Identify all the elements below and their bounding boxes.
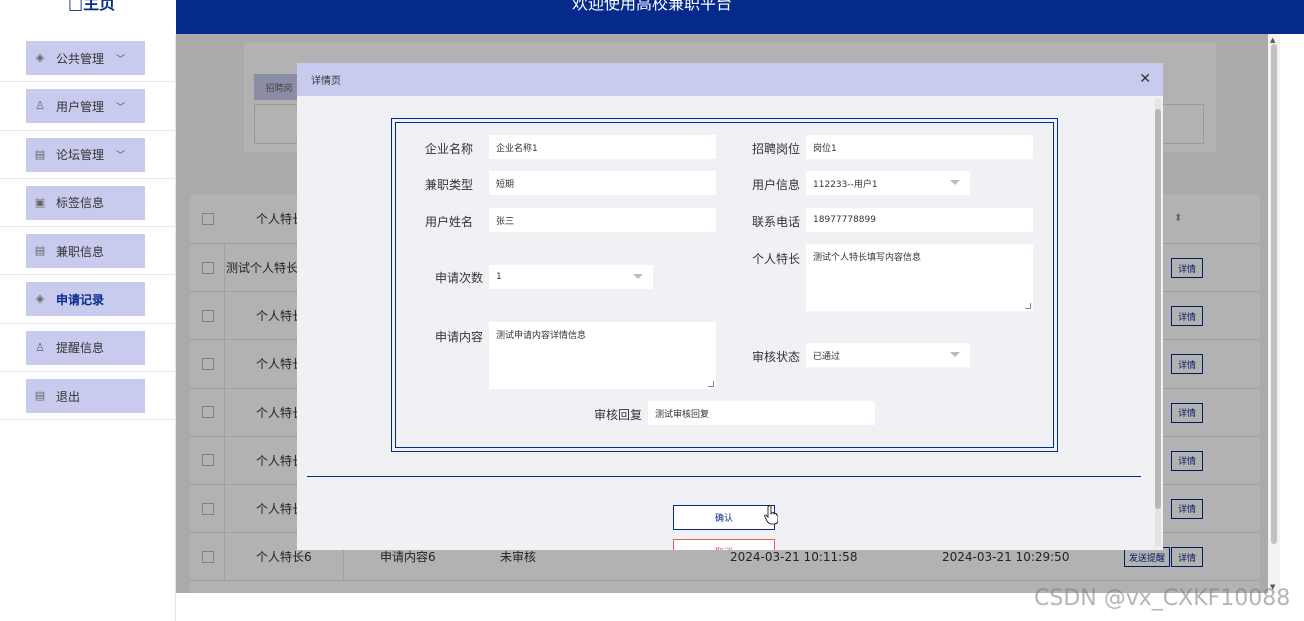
sidebar-item-5[interactable]: ◈ 申请记录 — [0, 275, 175, 324]
user-icon: ♙ — [35, 99, 45, 113]
userinfo-value: 112233--用户1 — [813, 179, 878, 190]
layers-icon: ◈ — [35, 51, 45, 64]
count-select[interactable]: 1 — [489, 265, 653, 289]
sidebar-button[interactable]: ▤ 论坛管理 ﹀ — [26, 137, 145, 172]
resize-handle-icon[interactable] — [1025, 303, 1031, 309]
type-field[interactable]: 短期 — [489, 171, 716, 195]
hand-cursor-icon — [764, 505, 778, 525]
company-field[interactable]: 企业名称1 — [489, 135, 716, 159]
phone-field[interactable]: 18977778899 — [806, 208, 1033, 232]
sidebar-item-label: 论坛管理 — [56, 148, 105, 163]
top-header: 欢迎使用高校兼职平台 — [176, 0, 1304, 34]
content-value: 测试申请内容详情信息 — [496, 331, 587, 341]
sidebar-item-label: 兼职信息 — [56, 244, 105, 259]
post-label: 招聘岗位 — [752, 142, 801, 156]
sidebar: ◈ 公共管理 ﹀ ♙ 用户管理 ﹀ ▤ 论坛管理 ﹀ ▣ 标签信息 ▤ 兼职信息 ◈ 申请记录 ♙ 提醒信息 ▤ 退… — [0, 34, 176, 621]
page-scrollbar[interactable]: ▲ ▼ — [1268, 34, 1280, 593]
skill-label: 个人特长 — [752, 252, 801, 266]
modal-title: 详情页 — [311, 76, 341, 87]
detail-modal: 详情页 ✕ 企业名称 企业名称1 招聘岗位 岗位1 兼职类型 短期 用户信息 1… — [297, 63, 1163, 550]
sidebar-item-4[interactable]: ▤ 兼职信息 — [0, 227, 175, 276]
chevron-down-icon — [950, 352, 960, 357]
content-textarea[interactable]: 测试申请内容详情信息 — [489, 322, 716, 389]
chevron-down-icon: ﹀ — [116, 102, 126, 113]
post-field[interactable]: 岗位1 — [806, 135, 1033, 159]
modal-divider — [307, 476, 1141, 477]
reply-label: 审核回复 — [594, 408, 643, 422]
page-scroll-thumb[interactable] — [1271, 44, 1277, 544]
user-icon: ♙ — [35, 340, 45, 354]
count-label: 申请次数 — [435, 271, 484, 285]
sidebar-item-label: 用户管理 — [56, 99, 105, 114]
list-icon: ▤ — [34, 389, 46, 403]
list-icon: ▤ — [34, 244, 46, 258]
phone-label: 联系电话 — [752, 215, 801, 229]
chevron-down-icon — [633, 274, 643, 279]
userinfo-select[interactable]: 112233--用户1 — [806, 171, 970, 195]
sidebar-item-1[interactable]: ♙ 用户管理 ﹀ — [0, 82, 175, 131]
sidebar-button[interactable]: ♙ 用户管理 ﹀ — [26, 89, 145, 124]
sidebar-button[interactable]: ◈ 申请记录 — [26, 282, 145, 317]
skill-textarea[interactable]: 测试个人特长填写内容信息 — [806, 244, 1033, 311]
reply-field[interactable]: 测试审核回复 — [648, 401, 875, 425]
chevron-down-icon — [950, 180, 960, 185]
close-icon[interactable]: ✕ — [1139, 71, 1151, 87]
sidebar-button[interactable]: ♙ 提醒信息 — [26, 330, 145, 365]
resize-handle-icon[interactable] — [708, 381, 714, 387]
count-value: 1 — [496, 272, 502, 282]
modal-scrollbar[interactable] — [1155, 99, 1161, 547]
list-icon: ▤ — [34, 147, 46, 161]
audit-label: 审核状态 — [752, 350, 801, 364]
audit-select[interactable]: 已通过 — [806, 343, 970, 367]
type-label: 兼职类型 — [425, 178, 474, 192]
layers-icon: ◈ — [35, 292, 45, 306]
sidebar-button[interactable]: ▤ 退出 — [26, 379, 145, 414]
sidebar-item-3[interactable]: ▣ 标签信息 — [0, 179, 175, 228]
sidebar-item-0[interactable]: ◈ 公共管理 ﹀ — [0, 34, 175, 83]
name-field[interactable]: 张三 — [489, 208, 716, 232]
sidebar-item-2[interactable]: ▤ 论坛管理 ﹀ — [0, 131, 175, 179]
content-label: 申请内容 — [435, 330, 484, 344]
sidebar-item-label: 标签信息 — [56, 196, 105, 211]
name-label: 用户姓名 — [425, 215, 474, 229]
sidebar-item-label: 退出 — [56, 389, 81, 404]
sidebar-button[interactable]: ▣ 标签信息 — [26, 185, 145, 220]
modal-scroll-thumb[interactable] — [1155, 109, 1161, 509]
userinfo-label: 用户信息 — [752, 178, 801, 192]
chevron-down-icon: ﹀ — [116, 151, 126, 162]
skill-value: 测试个人特长填写内容信息 — [813, 253, 922, 263]
sidebar-item-label: 提醒信息 — [56, 341, 105, 356]
chevron-down-icon: ﹀ — [116, 54, 126, 65]
clipboard-icon: ▣ — [34, 195, 46, 209]
sidebar-item-7[interactable]: ▤ 退出 — [0, 372, 175, 421]
sidebar-item-label: 公共管理 — [56, 51, 105, 66]
watermark: CSDN @vx_CXKF10088 — [1034, 586, 1291, 611]
audit-value: 已通过 — [813, 351, 841, 362]
sidebar-item-label: 申请记录 — [56, 292, 105, 307]
confirm-button[interactable]: 确认 — [673, 505, 775, 530]
home-logo[interactable]: □主页 — [68, 0, 115, 14]
modal-header: 详情页 ✕ — [297, 63, 1163, 96]
sidebar-button[interactable]: ▤ 兼职信息 — [26, 234, 145, 269]
site-title: 欢迎使用高校兼职平台 — [572, 0, 733, 13]
cancel-button[interactable]: 取消 — [673, 539, 775, 550]
sidebar-item-6[interactable]: ♙ 提醒信息 — [0, 324, 175, 373]
company-label: 企业名称 — [425, 142, 474, 156]
sidebar-button[interactable]: ◈ 公共管理 ﹀ — [26, 41, 145, 75]
scroll-up-icon[interactable]: ▲ — [1270, 36, 1275, 44]
